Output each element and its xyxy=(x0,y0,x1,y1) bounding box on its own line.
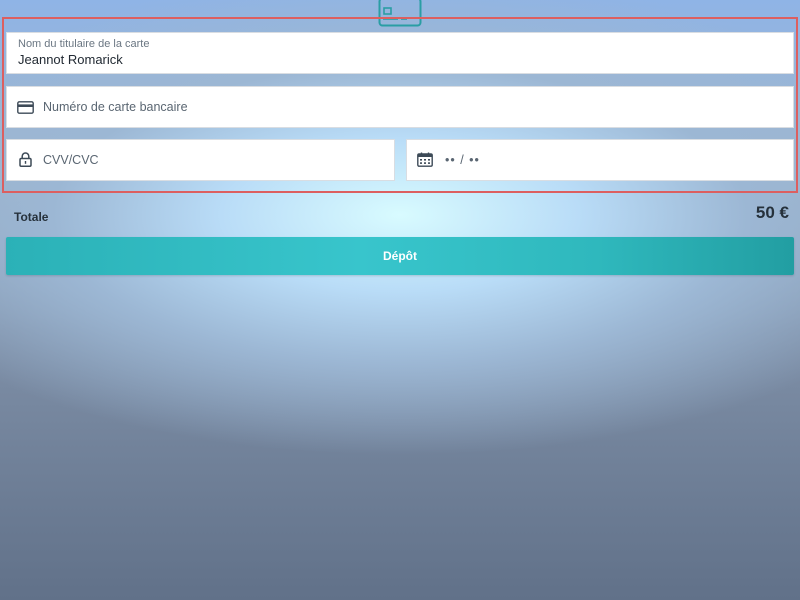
card-number-placeholder: Numéro de carte bancaire xyxy=(43,100,188,114)
lock-icon xyxy=(19,152,32,167)
deposit-button[interactable]: Dépôt xyxy=(6,237,794,275)
cardholder-name-value[interactable]: Jeannot Romarick xyxy=(18,52,123,67)
cvv-placeholder: CVV/CVC xyxy=(43,153,99,167)
cardholder-name-label: Nom du titulaire de la carte xyxy=(18,38,150,50)
total-amount: 50 € xyxy=(755,203,789,222)
card-number-field[interactable]: Numéro de carte bancaire xyxy=(6,86,794,128)
credit-card-icon xyxy=(17,101,34,114)
calendar-icon xyxy=(417,152,433,167)
expiry-date-field[interactable]: •• / •• xyxy=(406,139,794,181)
cardholder-name-field[interactable]: Nom du titulaire de la carte Jeannot Rom… xyxy=(6,32,794,74)
total-label: Totale xyxy=(14,210,49,224)
expiry-date-placeholder: •• / •• xyxy=(445,153,480,167)
cvv-field[interactable]: CVV/CVC xyxy=(6,139,395,181)
